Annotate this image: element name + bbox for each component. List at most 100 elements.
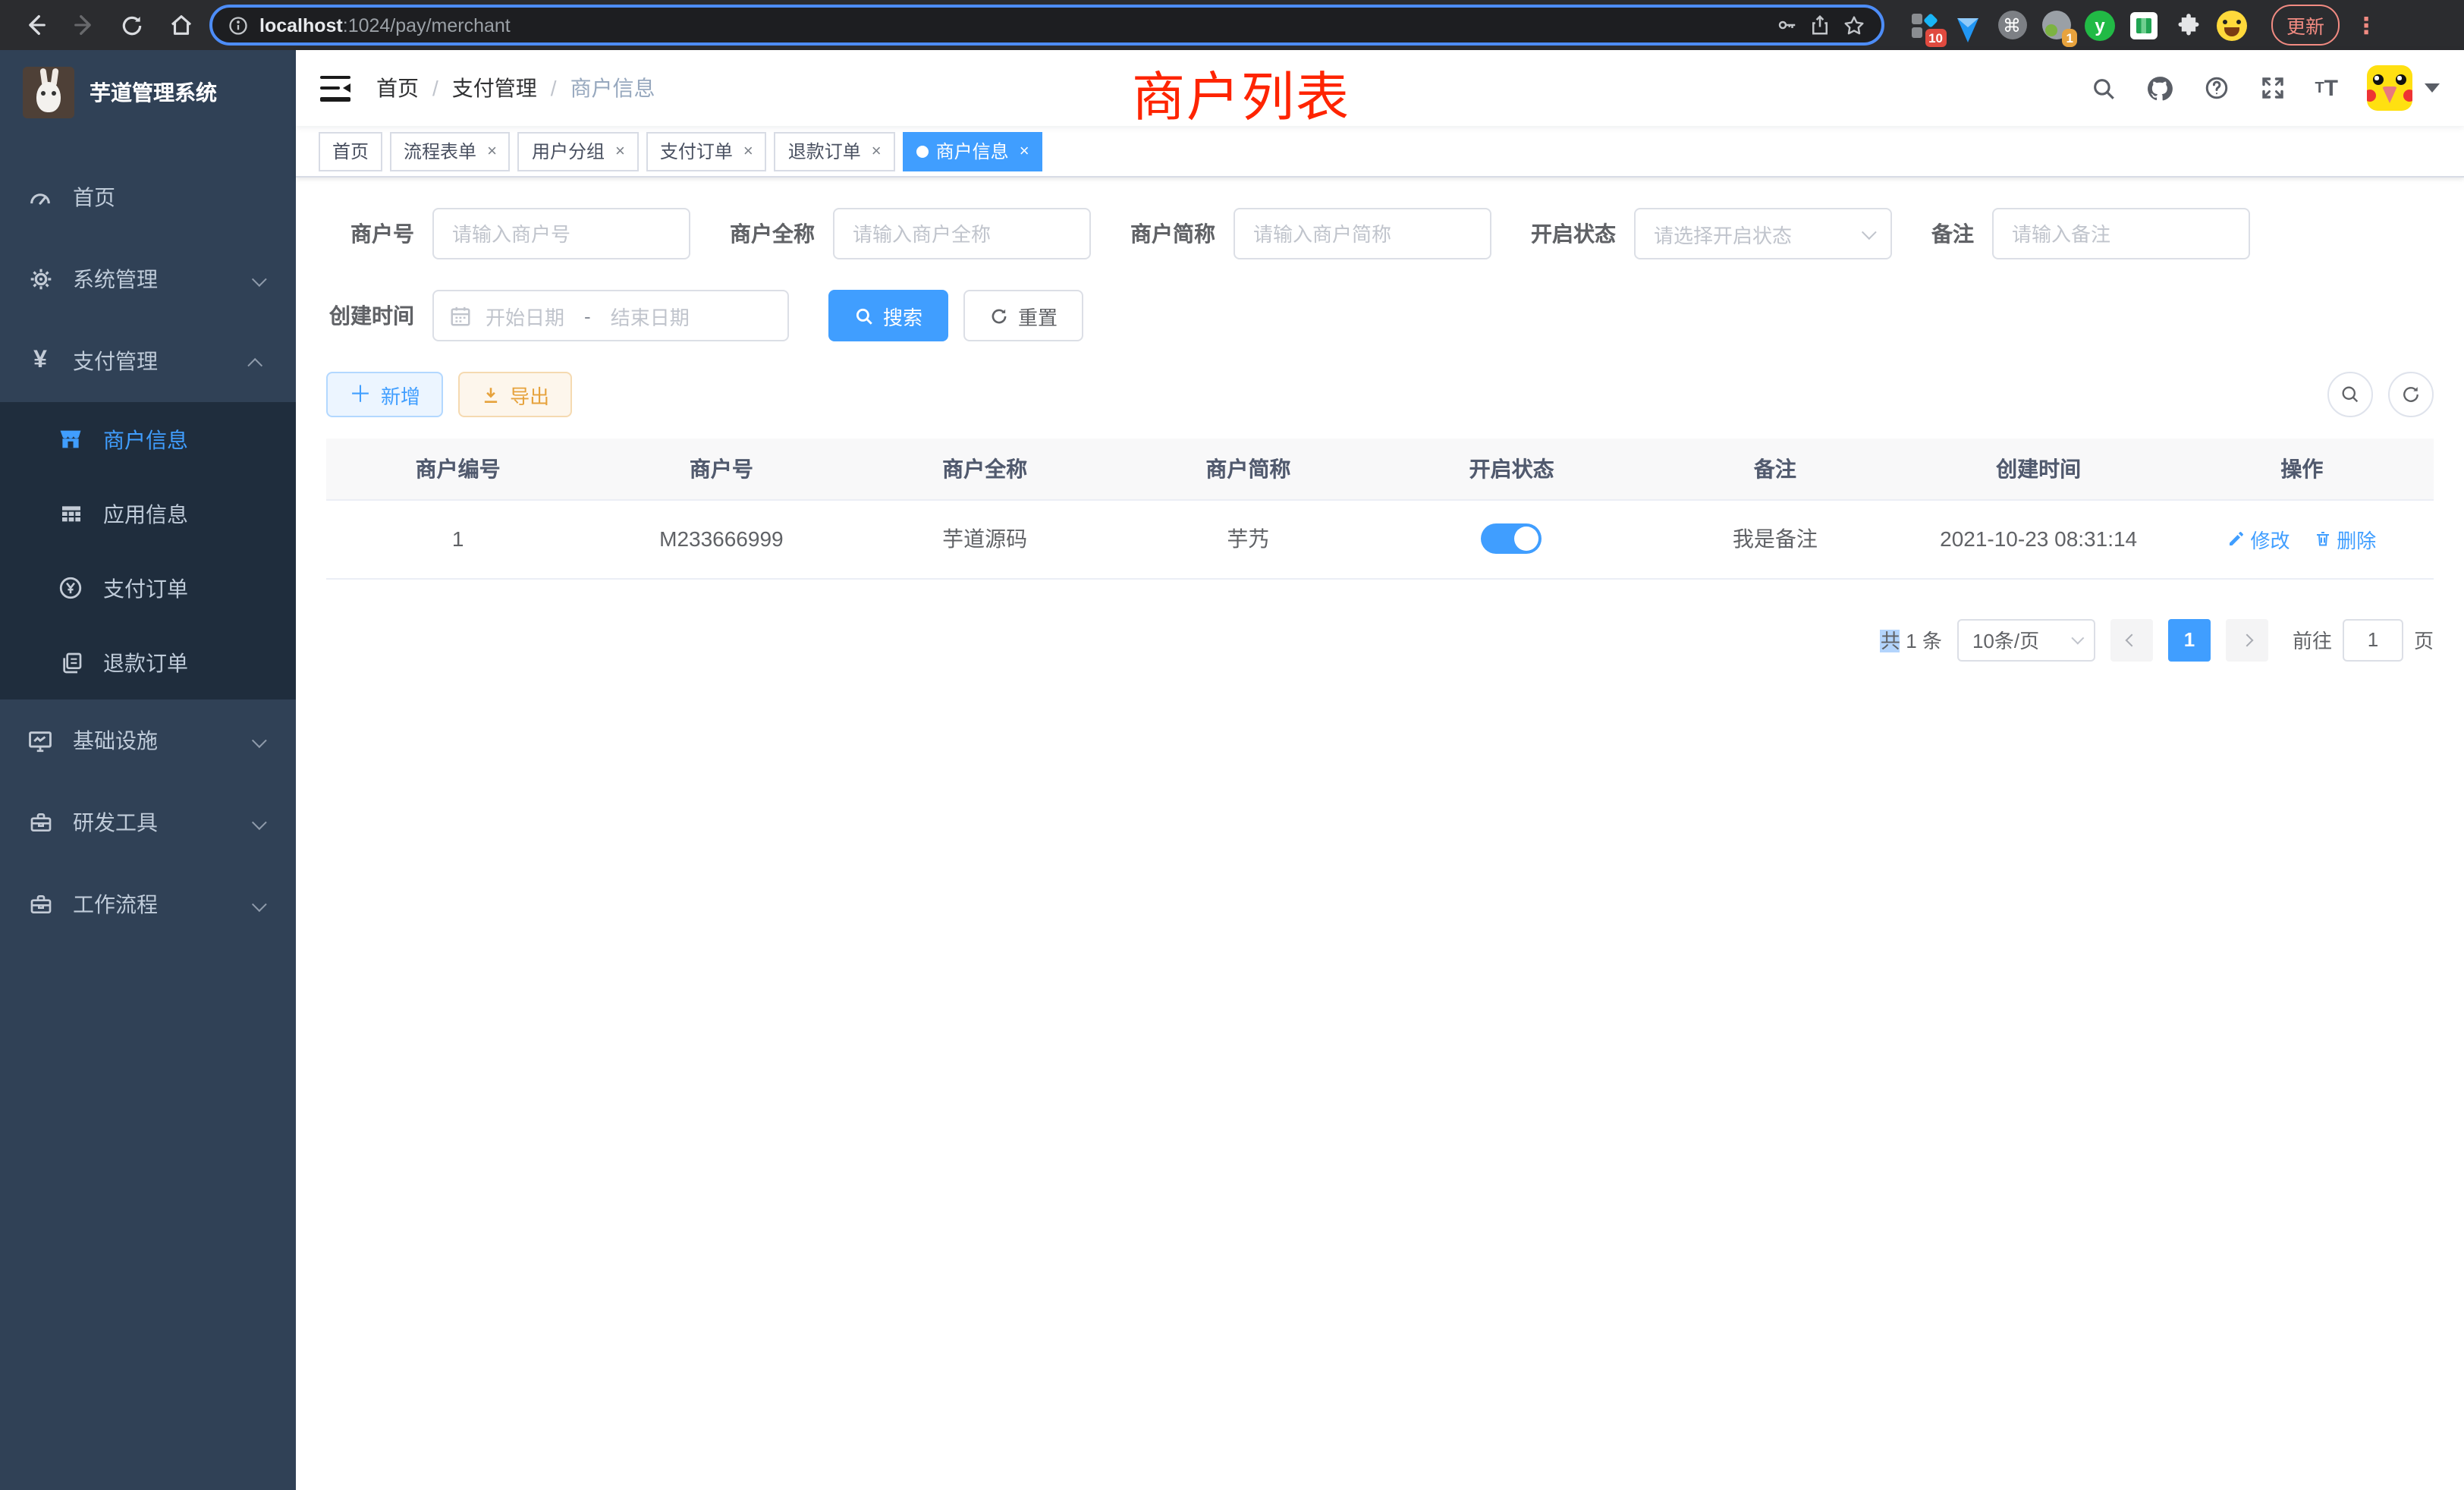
sidebar-item-label: 基础设施 — [73, 725, 158, 756]
chevron-up-icon — [252, 349, 262, 373]
extension-sheet-icon[interactable] — [2129, 10, 2159, 40]
full-name-input[interactable] — [833, 208, 1091, 259]
sidebar-logo[interactable]: 芋道管理系统 — [0, 50, 296, 135]
cell-full-name: 芋道源码 — [853, 499, 1117, 578]
breadcrumb-current: 商户信息 — [570, 73, 655, 103]
cell-create-time: 2021-10-23 08:31:14 — [1907, 499, 2170, 578]
sidebar-item-system[interactable]: 系统管理 — [0, 238, 296, 320]
address-bar[interactable]: localhost:1024/pay/merchant — [209, 5, 1884, 46]
page-size-select[interactable]: 10条/页 — [1957, 618, 2095, 661]
url-path: :1024/pay/merchant — [343, 14, 511, 36]
export-button[interactable]: 导出 — [458, 372, 572, 417]
tab-refund-order[interactable]: 退款订单× — [775, 131, 895, 171]
edit-button[interactable]: 修改 — [2227, 524, 2290, 553]
font-size-icon[interactable]: TT — [2315, 75, 2338, 101]
help-icon[interactable] — [2202, 74, 2230, 102]
col-merchant-id: 商户编号 — [326, 439, 589, 499]
goto-suffix: 页 — [2414, 625, 2434, 654]
sidebar-collapse-icon[interactable] — [320, 75, 350, 101]
profile-avatar-icon[interactable] — [2217, 10, 2247, 40]
extensions-puzzle-icon[interactable] — [2173, 10, 2203, 40]
tab-user-group[interactable]: 用户分组× — [518, 131, 639, 171]
field-label: 开启状态 — [1531, 218, 1616, 249]
tab-pay-order[interactable]: 支付订单× — [646, 131, 767, 171]
sidebar-item-merchant-info[interactable]: 商户信息 — [0, 402, 296, 476]
create-time-range-picker[interactable]: 开始日期 - 结束日期 — [432, 290, 789, 341]
browser-forward-icon[interactable] — [64, 5, 103, 45]
app-title: 芋道管理系统 — [90, 77, 217, 108]
sidebar-item-label: 支付订单 — [103, 573, 188, 603]
extension-command-icon[interactable]: ⌘ — [1997, 10, 2027, 40]
sidebar-item-infrastructure[interactable]: 基础设施 — [0, 699, 296, 781]
calendar-icon — [449, 304, 472, 327]
extension-gem-icon[interactable] — [1953, 10, 1983, 40]
page-info-icon[interactable] — [228, 14, 249, 36]
payment-submenu: 商户信息 应用信息 支付订单 — [0, 402, 296, 699]
status-select[interactable]: 请选择开启状态 — [1634, 208, 1892, 259]
tab-process-form[interactable]: 流程表单× — [390, 131, 511, 171]
share-icon[interactable] — [1809, 14, 1831, 36]
add-button[interactable]: ＋ 新增 — [326, 372, 443, 417]
delete-button[interactable]: 删除 — [2314, 524, 2376, 553]
close-icon[interactable]: × — [740, 142, 753, 160]
browser-home-icon[interactable] — [161, 5, 200, 45]
password-key-icon[interactable] — [1775, 14, 1798, 36]
github-icon[interactable] — [2145, 74, 2173, 102]
close-icon[interactable]: × — [869, 142, 882, 160]
browser-menu-icon[interactable]: ⋮ — [2355, 11, 2378, 39]
browser-reload-icon[interactable] — [112, 5, 152, 45]
close-icon[interactable]: × — [612, 142, 625, 160]
table-toolbar: ＋ 新增 导出 — [326, 372, 2434, 417]
page-1-button[interactable]: 1 — [2168, 618, 2211, 661]
logo-avatar — [23, 67, 74, 118]
prev-page-button[interactable] — [2110, 618, 2153, 661]
cell-merchant-no: M233666999 — [589, 499, 853, 578]
sidebar-item-app-info[interactable]: 应用信息 — [0, 476, 296, 551]
extension-y-icon[interactable]: y — [2085, 10, 2115, 40]
status-toggle[interactable] — [1482, 523, 1542, 554]
breadcrumb-payment[interactable]: 支付管理 — [452, 73, 537, 103]
short-name-input[interactable] — [1234, 208, 1491, 259]
table-row: 1 M233666999 芋道源码 芋艿 我是备注 2021-10-23 08:… — [326, 499, 2434, 578]
sidebar-item-home[interactable]: 首页 — [0, 156, 296, 238]
table-header-row: 商户编号 商户号 商户全称 商户简称 开启状态 备注 创建时间 操作 — [326, 439, 2434, 499]
sidebar-item-label: 研发工具 — [73, 807, 158, 838]
cell-merchant-id: 1 — [326, 499, 589, 578]
refresh-table-button[interactable] — [2388, 372, 2434, 417]
fullscreen-icon[interactable] — [2258, 74, 2286, 102]
toolbox-icon — [27, 892, 53, 916]
next-page-button[interactable] — [2226, 618, 2268, 661]
annotation-merchant-list: 商户列表 — [1132, 55, 1350, 132]
sidebar-item-workflow[interactable]: 工作流程 — [0, 863, 296, 945]
tags-view-bar: 首页 流程表单× 用户分组× 支付订单× 退款订单× 商户信息× — [296, 126, 2464, 178]
browser-back-icon[interactable] — [15, 5, 55, 45]
browser-update-button[interactable]: 更新 — [2271, 5, 2340, 46]
breadcrumb-home[interactable]: 首页 — [376, 73, 419, 103]
sidebar-item-refund-order[interactable]: 退款订单 — [0, 625, 296, 699]
merchant-no-input[interactable] — [432, 208, 690, 259]
search-button[interactable]: 搜索 — [828, 290, 948, 341]
reset-button[interactable]: 重置 — [963, 290, 1083, 341]
close-icon[interactable]: × — [484, 142, 497, 160]
extension-dot-icon[interactable]: 1 — [2041, 10, 2071, 40]
cell-short-name: 芋艿 — [1117, 499, 1380, 578]
documents-icon — [58, 650, 83, 674]
show-search-toggle-button[interactable] — [2327, 372, 2373, 417]
url-text[interactable]: localhost:1024/pay/merchant — [259, 14, 1765, 36]
sidebar-item-dev-tools[interactable]: 研发工具 — [0, 781, 296, 863]
tab-home[interactable]: 首页 — [319, 131, 382, 171]
tab-merchant-info[interactable]: 商户信息× — [903, 131, 1043, 171]
col-create-time: 创建时间 — [1907, 439, 2170, 499]
browser-toolbar: localhost:1024/pay/merchant 10 ⌘ 1 y — [0, 0, 2464, 50]
col-short-name: 商户简称 — [1117, 439, 1380, 499]
goto-prefix: 前往 — [2293, 625, 2332, 654]
sidebar-item-payment[interactable]: ¥ 支付管理 — [0, 320, 296, 402]
close-icon[interactable]: × — [1017, 142, 1029, 160]
search-icon[interactable] — [2090, 75, 2116, 101]
user-avatar[interactable] — [2367, 65, 2440, 111]
sidebar-item-pay-order[interactable]: 支付订单 — [0, 551, 296, 625]
bookmark-star-icon[interactable] — [1842, 13, 1866, 37]
extension-blocks-icon[interactable]: 10 — [1909, 10, 1939, 40]
remark-input[interactable] — [1992, 208, 2250, 259]
goto-page-input[interactable] — [2343, 618, 2403, 661]
